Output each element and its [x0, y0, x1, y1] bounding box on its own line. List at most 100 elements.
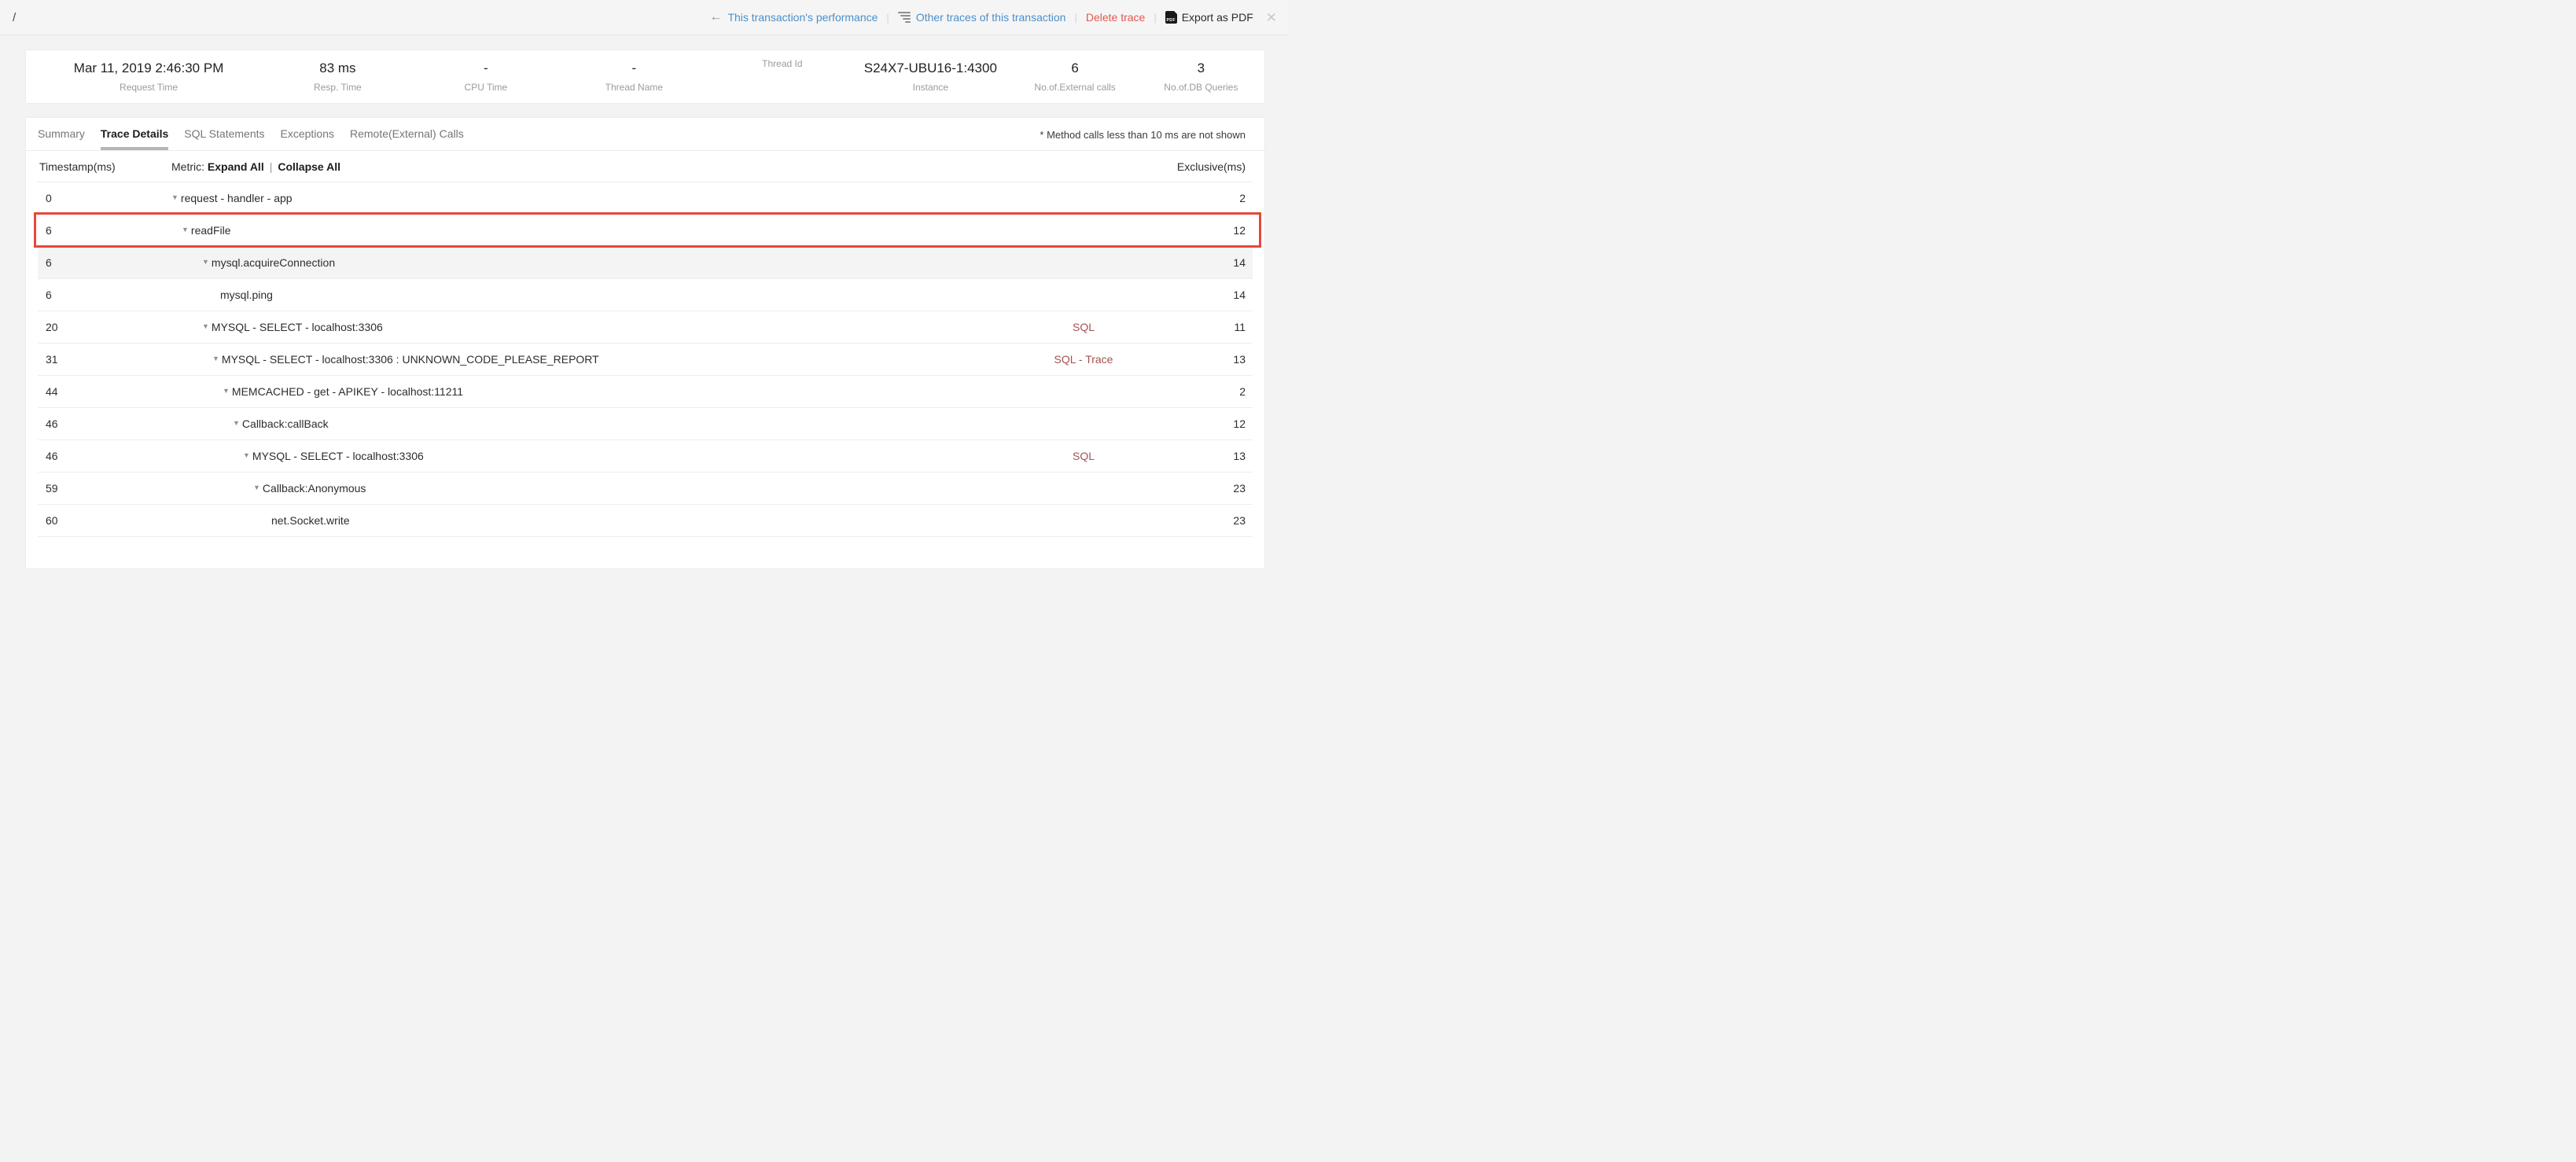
breadcrumb: /: [13, 11, 16, 24]
collapse-caret-icon[interactable]: ▼: [202, 258, 209, 266]
collapse-caret-icon[interactable]: ▼: [202, 322, 209, 330]
metric-name[interactable]: Callback:Anonymous: [263, 482, 366, 495]
metric-name: net.Socket.write: [271, 514, 350, 527]
metric-name[interactable]: MYSQL - SELECT - localhost:3306 : UNKNOW…: [222, 353, 599, 366]
trace-details-card: Summary Trace Details SQL Statements Exc…: [26, 118, 1264, 568]
instance-value: S24X7-UBU16-1:4300: [864, 61, 997, 76]
tab-sql-statements[interactable]: SQL Statements: [184, 118, 264, 150]
collapse-caret-icon[interactable]: ▼: [253, 484, 260, 491]
db-queries-cell: 3 No.of.DB Queries: [1146, 61, 1257, 93]
tab-exceptions[interactable]: Exceptions: [281, 118, 334, 150]
metric-name[interactable]: Callback:callBack: [242, 417, 329, 430]
metric-name[interactable]: MYSQL - SELECT - localhost:3306: [252, 450, 424, 462]
request-time-cell: Mar 11, 2019 2:46:30 PM Request Time: [34, 61, 263, 93]
trace-rows: 0▼request - handler - app26▼readFile126▼…: [38, 182, 1253, 537]
metric-name[interactable]: request - handler - app: [181, 192, 293, 204]
row-timestamp: 6: [46, 224, 171, 237]
instance-cell: S24X7-UBU16-1:4300 Instance: [856, 61, 1004, 93]
divider: |: [1154, 12, 1156, 24]
sql-link[interactable]: SQL: [1073, 321, 1095, 333]
row-exclusive-ms: 2: [1143, 385, 1253, 398]
trace-row: 46▼MYSQL - SELECT - localhost:3306SQL13: [38, 440, 1253, 473]
row-metric: ▼MYSQL - SELECT - localhost:3306: [171, 450, 1025, 462]
collapse-caret-icon[interactable]: ▼: [243, 451, 250, 459]
row-metric: ▼MYSQL - SELECT - localhost:3306 : UNKNO…: [171, 353, 1025, 366]
tab-remote-external-calls[interactable]: Remote(External) Calls: [350, 118, 464, 150]
tab-summary[interactable]: Summary: [38, 118, 85, 150]
other-traces-label: Other traces of this transaction: [916, 11, 1066, 24]
metric-name[interactable]: MYSQL - SELECT - localhost:3306: [212, 321, 383, 333]
row-exclusive-ms: 12: [1143, 224, 1253, 237]
metric-header-prefix: Metric:: [171, 160, 204, 173]
row-exclusive-ms: 14: [1143, 256, 1253, 269]
resp-time-cell: 83 ms Resp. Time: [263, 61, 411, 93]
trace-row: 6 mysql.ping 14: [38, 279, 1253, 311]
collapse-all-button[interactable]: Collapse All: [278, 160, 340, 173]
row-exclusive-ms: 12: [1143, 417, 1253, 430]
trace-row: 46▼Callback:callBack12: [38, 408, 1253, 440]
row-timestamp: 6: [46, 289, 171, 301]
request-time-value: Mar 11, 2019 2:46:30 PM: [74, 61, 224, 76]
export-pdf-link[interactable]: PDF Export as PDF: [1165, 11, 1253, 24]
transaction-summary-card: Mar 11, 2019 2:46:30 PM Request Time 83 …: [26, 50, 1264, 103]
request-time-label: Request Time: [120, 82, 178, 93]
row-metric: ▼MEMCACHED - get - APIKEY - localhost:11…: [171, 385, 1025, 398]
thread-name-label: Thread Name: [605, 82, 663, 93]
trace-table-header: Timestamp(ms) Metric: Expand All | Colla…: [38, 151, 1253, 182]
collapse-caret-icon[interactable]: ▼: [223, 387, 230, 395]
row-exclusive-ms: 11: [1143, 321, 1253, 333]
transaction-performance-label: This transaction's performance: [727, 11, 878, 24]
collapse-caret-icon[interactable]: ▼: [233, 419, 240, 427]
delete-trace-link[interactable]: Delete trace: [1086, 11, 1145, 24]
thread-name-value: -: [632, 61, 637, 76]
sql-link[interactable]: SQL: [1073, 450, 1095, 462]
row-timestamp: 44: [46, 385, 171, 398]
other-traces-link[interactable]: Other traces of this transaction: [898, 11, 1066, 24]
metric-name[interactable]: mysql.acquireConnection: [212, 256, 335, 269]
expand-all-button[interactable]: Expand All: [208, 160, 264, 173]
collapse-caret-icon[interactable]: ▼: [182, 226, 189, 234]
row-exclusive-ms: 14: [1143, 289, 1253, 301]
row-metric: ▼Callback:Anonymous: [171, 482, 1025, 495]
trace-row: 59▼Callback:Anonymous23: [38, 473, 1253, 505]
exclusive-column-header: Exclusive(ms): [1143, 160, 1253, 173]
thread-id-label: Thread Id: [762, 58, 802, 69]
sql-link[interactable]: SQL - Trace: [1054, 353, 1113, 366]
trace-list-icon: [898, 12, 911, 23]
pdf-icon: PDF: [1165, 11, 1177, 24]
collapse-caret-icon[interactable]: ▼: [171, 193, 178, 201]
row-exclusive-ms: 13: [1143, 450, 1253, 462]
row-timestamp: 6: [46, 256, 171, 269]
metric-name: mysql.ping: [220, 289, 273, 301]
row-timestamp: 59: [46, 482, 171, 495]
row-timestamp: 60: [46, 514, 171, 527]
row-exclusive-ms: 2: [1143, 192, 1253, 204]
divider: |: [270, 160, 273, 173]
row-metric: mysql.ping: [171, 289, 1025, 301]
thread-name-cell: - Thread Name: [560, 61, 708, 93]
row-link-cell: SQL: [1025, 321, 1143, 333]
row-link-cell: SQL: [1025, 450, 1143, 462]
trace-row: 44▼MEMCACHED - get - APIKEY - localhost:…: [38, 376, 1253, 408]
trace-row: 6▼mysql.acquireConnection14: [38, 247, 1253, 279]
tab-trace-details[interactable]: Trace Details: [101, 118, 168, 150]
row-metric: ▼request - handler - app: [171, 192, 1025, 204]
trace-row: 0▼request - handler - app2: [38, 182, 1253, 215]
row-metric: ▼mysql.acquireConnection: [171, 256, 1025, 269]
row-metric: ▼readFile: [171, 224, 1025, 237]
trace-row: 60 net.Socket.write 23: [38, 505, 1253, 537]
top-bar: / ← This transaction's performance | Oth…: [0, 0, 1288, 35]
instance-label: Instance: [913, 82, 948, 93]
db-queries-value: 3: [1198, 61, 1205, 76]
collapse-caret-icon[interactable]: ▼: [212, 355, 219, 362]
transaction-performance-link[interactable]: ← This transaction's performance: [709, 11, 878, 24]
external-calls-cell: 6 No.of.External calls: [1005, 61, 1146, 93]
metric-name[interactable]: MEMCACHED - get - APIKEY - localhost:112…: [232, 385, 463, 398]
row-metric: net.Socket.write: [171, 514, 1025, 527]
row-exclusive-ms: 23: [1143, 514, 1253, 527]
db-queries-label: No.of.DB Queries: [1164, 82, 1238, 93]
row-link-cell: SQL - Trace: [1025, 353, 1143, 366]
timestamp-column-header: Timestamp(ms): [39, 160, 171, 173]
close-icon[interactable]: ✕: [1266, 11, 1277, 24]
metric-name[interactable]: readFile: [191, 224, 231, 237]
